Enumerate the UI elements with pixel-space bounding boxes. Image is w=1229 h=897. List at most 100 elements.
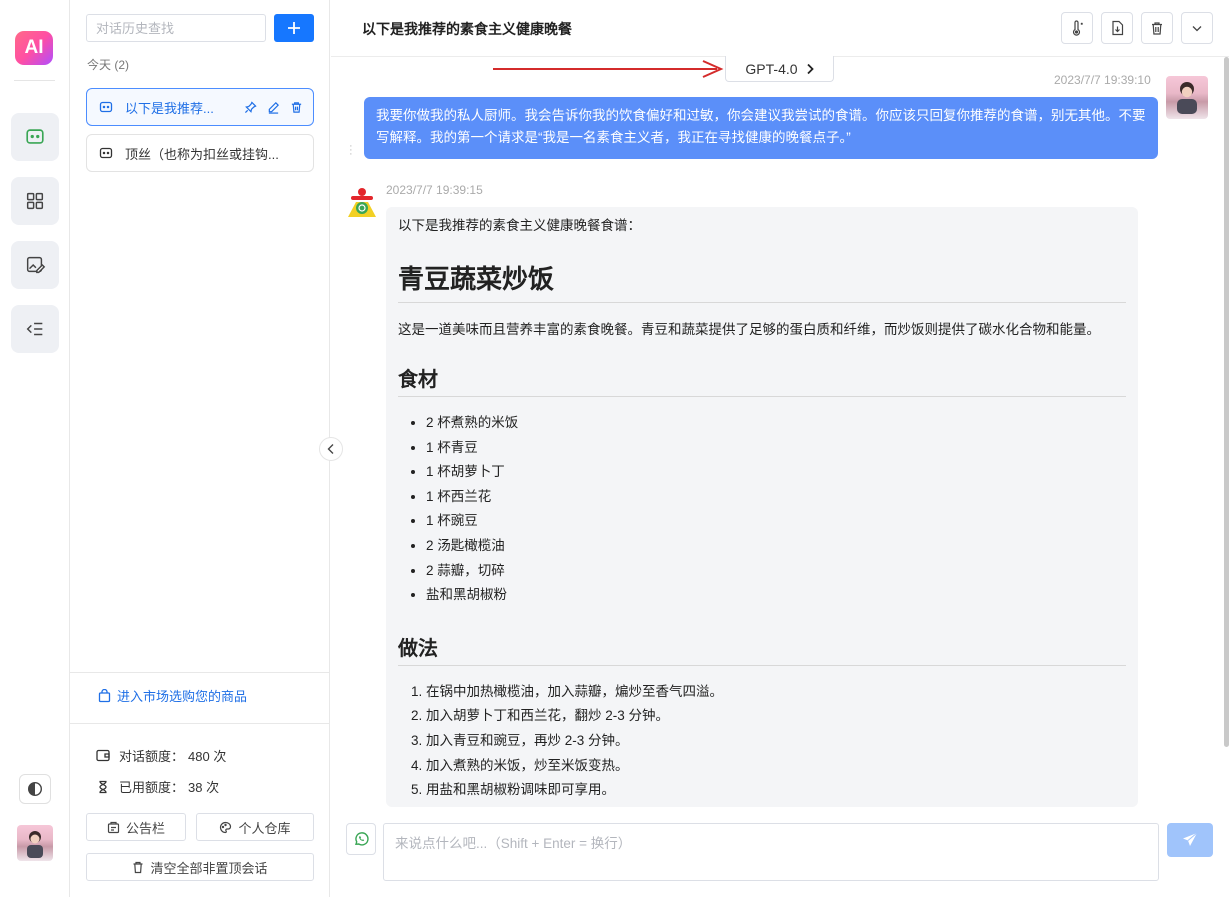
chevron-right-icon bbox=[806, 63, 814, 74]
bot-message: 以下是我推荐的素食主义健康晚餐食谱： 青豆蔬菜炒饭 这是一道美味而且营养丰富的素… bbox=[386, 207, 1138, 807]
chat-bubble-icon bbox=[99, 147, 113, 159]
contrast-icon bbox=[27, 781, 43, 797]
clear-sessions-label: 清空全部非置顶会话 bbox=[150, 860, 268, 876]
user-avatar-image bbox=[1177, 82, 1197, 114]
message-input[interactable] bbox=[383, 823, 1159, 881]
user-message-avatar bbox=[1166, 76, 1208, 119]
answer-intro: 以下是我推荐的素食主义健康晚餐食谱： bbox=[398, 218, 641, 233]
hourglass-icon bbox=[99, 780, 107, 793]
panel-divider bbox=[70, 672, 330, 673]
list-item: 2 蒜瓣，切碎 bbox=[426, 559, 1126, 584]
user-message-time: 2023/7/7 19:39:10 bbox=[1054, 73, 1151, 87]
send-button[interactable] bbox=[1167, 823, 1213, 857]
grid-icon bbox=[26, 192, 44, 210]
list-item: 加入煮熟的米饭，炒至米饭变热。 bbox=[426, 754, 1126, 779]
annotation-arrow-icon bbox=[493, 60, 724, 78]
steps-list: 在锅中加热橄榄油，加入蒜瓣，煸炒至香气四溢。 加入胡萝卜丁和西兰花，翻炒 2-3… bbox=[398, 680, 1126, 803]
list-collapse-icon bbox=[26, 322, 43, 336]
used-label: 已用额度： bbox=[119, 780, 185, 795]
message-menu-icon[interactable]: · · · bbox=[349, 141, 353, 160]
input-bar bbox=[331, 822, 1229, 882]
app-root: AI 对话历史查找 今天 (2) 以下是我推荐... 顶丝（也称为扣丝或挂钩..… bbox=[0, 0, 1229, 897]
trash-icon bbox=[133, 861, 143, 873]
rail-apps-button[interactable] bbox=[11, 177, 59, 225]
user-message: 我要你做我的私人厨师。我会告诉你我的饮食偏好和过敏，你会建议我尝试的食谱。你应该… bbox=[364, 97, 1158, 159]
bot-avatar bbox=[348, 188, 376, 217]
rail-divider bbox=[14, 80, 55, 81]
export-button[interactable] bbox=[1101, 12, 1133, 44]
chevron-down-icon bbox=[1192, 26, 1202, 32]
delete-chat-button[interactable] bbox=[1141, 12, 1173, 44]
image-edit-icon bbox=[26, 256, 46, 274]
warehouse-label: 个人仓库 bbox=[238, 820, 291, 836]
theme-toggle-button[interactable] bbox=[19, 774, 51, 804]
more-options-button[interactable] bbox=[1181, 12, 1213, 44]
model-selector[interactable]: GPT-4.0 bbox=[725, 56, 834, 82]
list-item: 1 杯西兰花 bbox=[426, 485, 1126, 510]
model-name: GPT-4.0 bbox=[745, 60, 798, 77]
rail-draw-button[interactable] bbox=[11, 241, 59, 289]
bulletin-button[interactable]: 公告栏 bbox=[86, 813, 186, 841]
used-value: 38 次 bbox=[188, 780, 220, 795]
list-item: 用盐和黑胡椒粉调味即可享用。 bbox=[426, 778, 1126, 803]
list-item: 1 杯青豆 bbox=[426, 436, 1126, 461]
new-chat-button[interactable] bbox=[274, 14, 314, 42]
chat-bubble-icon bbox=[99, 101, 113, 113]
user-avatar-image bbox=[27, 831, 43, 858]
trash-icon bbox=[1152, 21, 1162, 35]
wallet-icon bbox=[96, 749, 110, 762]
used-quota-row: 已用额度： 38 次 bbox=[96, 777, 219, 796]
quota-value: 480 次 bbox=[188, 749, 227, 764]
history-item[interactable]: 以下是我推荐... bbox=[86, 88, 314, 126]
list-item: 加入青豆和豌豆，再炒 2-3 分钟。 bbox=[426, 729, 1126, 754]
bulletin-icon bbox=[107, 821, 120, 833]
chat-main: 以下是我推荐的素食主义健康晚餐 GPT-4.0 2023/7/7 19:39:1… bbox=[331, 0, 1229, 897]
thermometer-icon bbox=[1072, 20, 1083, 36]
left-rail: AI bbox=[0, 0, 70, 897]
quota-label: 对话额度： bbox=[119, 749, 185, 764]
collapse-panel-button[interactable] bbox=[319, 437, 343, 461]
method-heading: 做法 bbox=[398, 632, 1126, 666]
answer-heading: 青豆蔬菜炒饭 bbox=[398, 259, 1126, 303]
list-item: 1 杯豌豆 bbox=[426, 509, 1126, 534]
list-item: 2 杯煮熟的米饭 bbox=[426, 411, 1126, 436]
user-avatar[interactable] bbox=[17, 825, 53, 861]
pin-icon[interactable] bbox=[242, 99, 259, 116]
answer-description: 这是一道美味而且营养丰富的素食晚餐。青豆和蔬菜提供了足够的蛋白质和纤维，而炒饭则… bbox=[398, 322, 1100, 337]
clear-sessions-button[interactable]: 清空全部非置顶会话 bbox=[86, 853, 314, 881]
list-item: 加入胡萝卜丁和西兰花，翻炒 2-3 分钟。 bbox=[426, 704, 1126, 729]
temperature-button[interactable] bbox=[1061, 12, 1093, 44]
chat-scrollbar[interactable] bbox=[1224, 57, 1229, 747]
chat-header: 以下是我推荐的素食主义健康晚餐 bbox=[331, 0, 1229, 57]
palette-icon bbox=[220, 821, 232, 833]
edit-icon[interactable] bbox=[265, 99, 282, 116]
bulletin-label: 公告栏 bbox=[125, 820, 165, 836]
history-item-title: 顶丝（也称为扣丝或挂钩... bbox=[125, 146, 279, 162]
panel-divider bbox=[70, 723, 330, 724]
bot-message-time: 2023/7/7 19:39:15 bbox=[386, 183, 483, 197]
chevron-left-icon bbox=[327, 444, 334, 454]
list-item: 1 杯胡萝卜丁 bbox=[426, 460, 1126, 485]
quota-row: 对话额度： 480 次 bbox=[96, 746, 226, 765]
market-link[interactable]: 进入市场选购您的商品 bbox=[98, 686, 247, 705]
history-group-label: 今天 (2) bbox=[87, 58, 130, 72]
whatsapp-icon bbox=[355, 832, 369, 846]
whatsapp-button[interactable] bbox=[346, 823, 376, 855]
app-logo: AI bbox=[15, 31, 53, 65]
ingredients-list: 2 杯煮熟的米饭 1 杯青豆 1 杯胡萝卜丁 1 杯西兰花 1 杯豌豆 2 汤匙… bbox=[398, 411, 1126, 608]
chat-bubble-icon bbox=[26, 129, 44, 144]
file-export-icon bbox=[1111, 20, 1123, 36]
history-item[interactable]: 顶丝（也称为扣丝或挂钩... bbox=[86, 134, 314, 172]
warehouse-button[interactable]: 个人仓库 bbox=[196, 813, 314, 841]
rail-menu-button[interactable] bbox=[11, 305, 59, 353]
send-icon bbox=[1183, 832, 1198, 846]
delete-icon[interactable] bbox=[288, 99, 305, 116]
ingredients-heading: 食材 bbox=[398, 363, 1126, 397]
list-item: 2 汤匙橄榄油 bbox=[426, 534, 1126, 559]
plus-icon bbox=[288, 22, 300, 34]
shopping-bag-icon bbox=[98, 688, 111, 702]
history-panel: 今天 (2) 以下是我推荐... 顶丝（也称为扣 bbox=[70, 0, 330, 897]
list-item: 在锅中加热橄榄油，加入蒜瓣，煸炒至香气四溢。 bbox=[426, 680, 1126, 705]
history-search-input[interactable] bbox=[86, 14, 266, 42]
rail-chat-button[interactable] bbox=[11, 113, 59, 161]
